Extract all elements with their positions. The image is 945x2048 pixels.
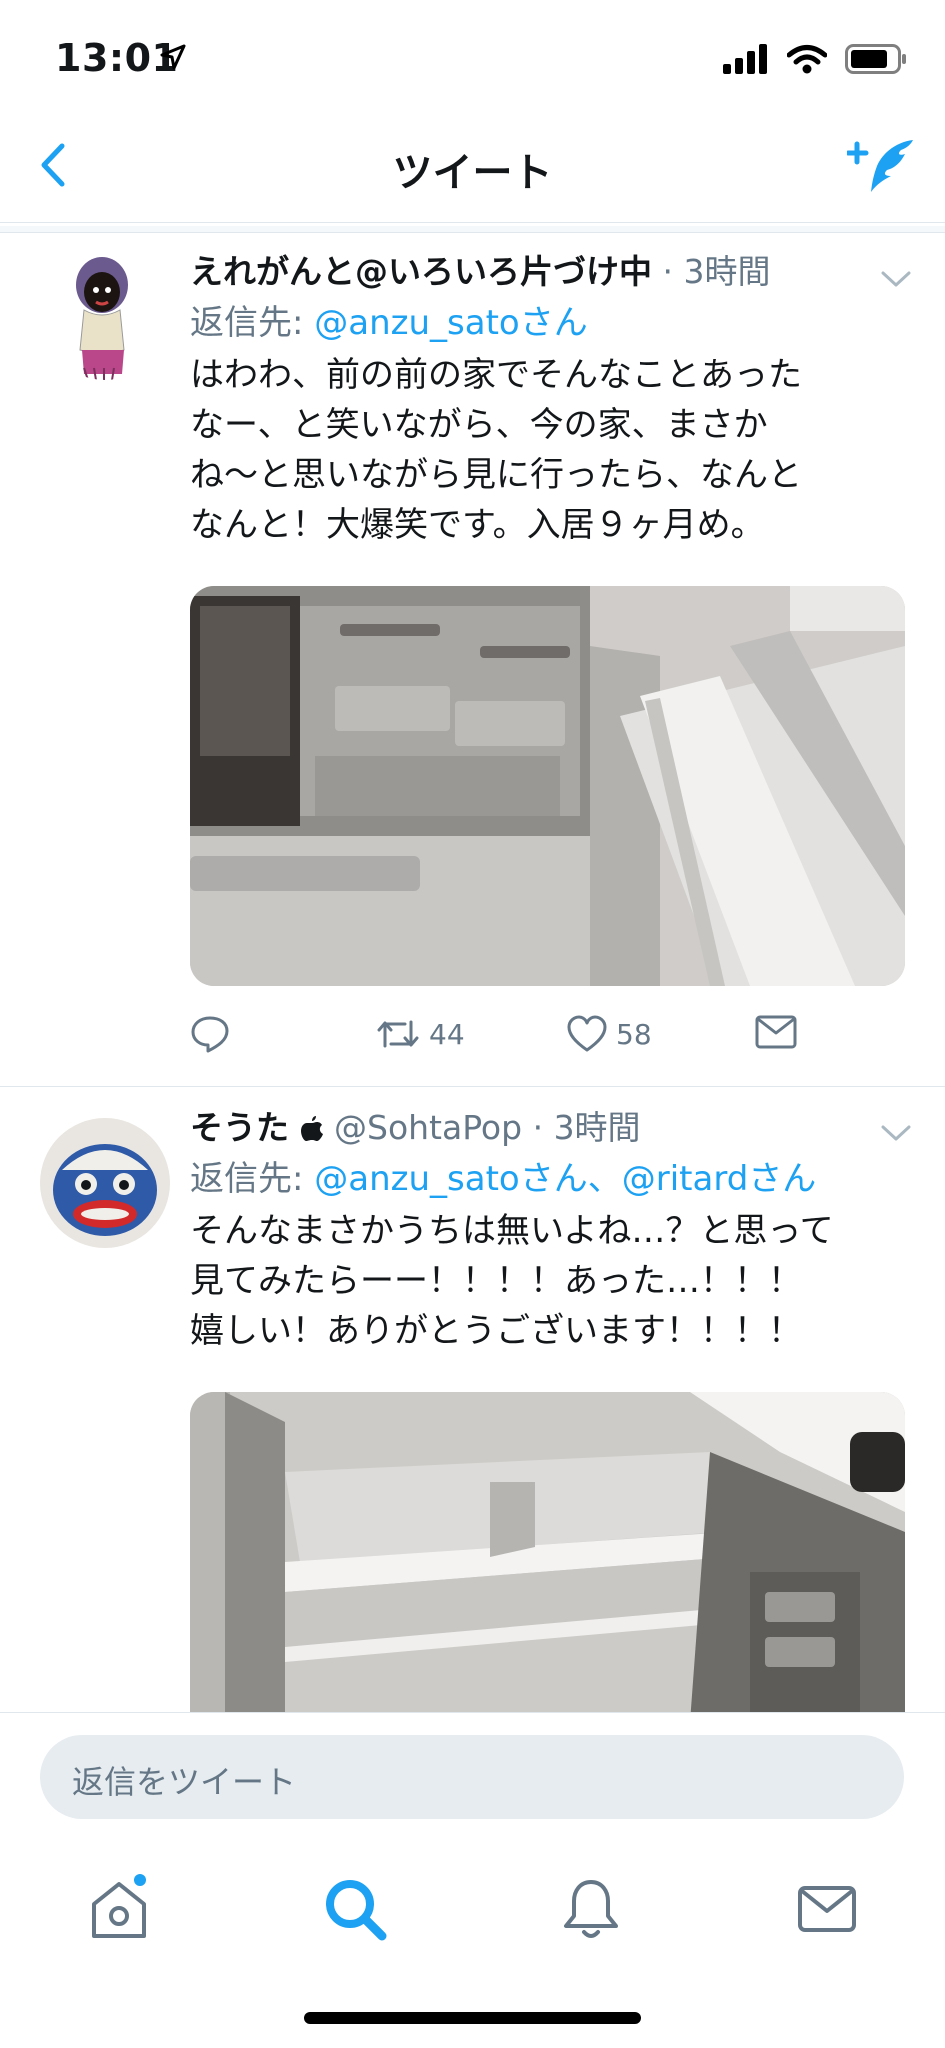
- tweet-text-line: なんと！大爆笑です。入居９ヶ月め。: [190, 505, 765, 545]
- drawer-photo: [190, 1392, 905, 1722]
- reply-to-link[interactable]: @anzu_satoさん: [314, 303, 587, 343]
- tweet-time: 3時間: [683, 252, 771, 291]
- messages-envelope-icon[interactable]: [792, 1874, 862, 1944]
- heart-icon: [567, 1015, 607, 1052]
- compose-tweet-icon[interactable]: [847, 136, 917, 196]
- separator-dot: ·: [522, 1108, 554, 1147]
- tweet-actions: 44 58: [190, 1014, 905, 1084]
- tweet-text: そんなまさかうちは無いよね…？と思って 見てみたらーー！！！！あった…！！！ 嬉…: [190, 1206, 905, 1356]
- reply-compose-bar: 返信をツイート: [0, 1712, 945, 1833]
- tweet-text: はわわ、前の前の家でそんなことあった なー、と笑いながら、今の家、まさか ね〜と…: [190, 350, 905, 550]
- wifi-icon: [787, 45, 827, 74]
- avatar-illustration: [40, 250, 170, 380]
- user-handle[interactable]: @SohtaPop: [334, 1108, 522, 1147]
- home-icon[interactable]: [84, 1874, 154, 1944]
- avatar[interactable]: [40, 1118, 170, 1248]
- tweet-text-line: なー、と笑いながら、今の家、まさか: [190, 405, 768, 445]
- page-title: ツイート: [392, 150, 553, 196]
- retweet-button[interactable]: 44: [375, 1014, 465, 1054]
- reply-input[interactable]: 返信をツイート: [40, 1735, 904, 1819]
- reply-to-link[interactable]: @anzu_satoさん、@ritardさん: [314, 1159, 816, 1199]
- tweet-text-line: 見てみたらーー！！！！あった…！！！: [190, 1261, 802, 1301]
- separator-dot: ·: [652, 252, 684, 291]
- user-name[interactable]: そうた: [190, 1108, 289, 1147]
- chevron-down-icon[interactable]: [879, 262, 913, 296]
- reply-prefix: 返信先:: [190, 1159, 315, 1199]
- tweet-text-line: はわわ、前の前の家でそんなことあった: [190, 355, 802, 395]
- home-indicator[interactable]: [304, 2012, 641, 2024]
- envelope-icon: [755, 1015, 797, 1049]
- divider: [0, 226, 945, 233]
- reply-to-line: 返信先: @anzu_satoさん: [190, 298, 905, 348]
- tweet-header: えれがんと@いろいろ片づけ中 · 3時間: [190, 250, 905, 294]
- navigation-bar: ツイート: [0, 110, 945, 223]
- reply-prefix: 返信先:: [190, 303, 315, 343]
- chevron-down-icon[interactable]: [879, 1116, 913, 1150]
- status-indicators: [723, 44, 907, 74]
- apple-logo-icon: [300, 1116, 323, 1141]
- reply-icon: [191, 1016, 229, 1053]
- avatar[interactable]: [40, 250, 170, 380]
- reply-placeholder: 返信をツイート: [72, 1763, 297, 1801]
- tweet-time: 3時間: [553, 1108, 641, 1147]
- drawer-photo: [190, 586, 905, 986]
- divider: [0, 1086, 945, 1087]
- battery-icon: [845, 44, 906, 74]
- direct-message-button[interactable]: [755, 1014, 797, 1050]
- avatar-illustration: [40, 1118, 170, 1248]
- user-name[interactable]: えれがんと@いろいろ片づけ中: [190, 252, 652, 291]
- retweet-count: 44: [429, 1017, 465, 1051]
- tweet-photo[interactable]: [190, 1392, 905, 1722]
- tweet-photo[interactable]: [190, 586, 905, 986]
- reply-to-line: 返信先: @anzu_satoさん、@ritardさん: [190, 1154, 905, 1204]
- like-button[interactable]: 58: [566, 1014, 652, 1054]
- tweet-header: そうた @SohtaPop · 3時間: [190, 1106, 905, 1150]
- tweet-text-line: そんなまさかうちは無いよね…？と思って: [190, 1211, 834, 1251]
- like-count: 58: [616, 1017, 652, 1051]
- tweet-text-line: 嬉しい！ありがとうございます！！！！: [190, 1311, 802, 1351]
- status-bar: 13:01: [0, 0, 945, 110]
- location-arrow-icon: [160, 44, 186, 70]
- retweet-icon: [377, 1020, 419, 1048]
- notification-dot: [134, 1874, 146, 1886]
- tweet-text-line: ね〜と思いながら見に行ったら、なんと: [190, 455, 802, 495]
- reply-button[interactable]: [190, 1014, 230, 1054]
- signal-icon: [723, 44, 767, 74]
- notifications-bell-icon[interactable]: [556, 1874, 626, 1944]
- search-icon[interactable]: [320, 1874, 390, 1944]
